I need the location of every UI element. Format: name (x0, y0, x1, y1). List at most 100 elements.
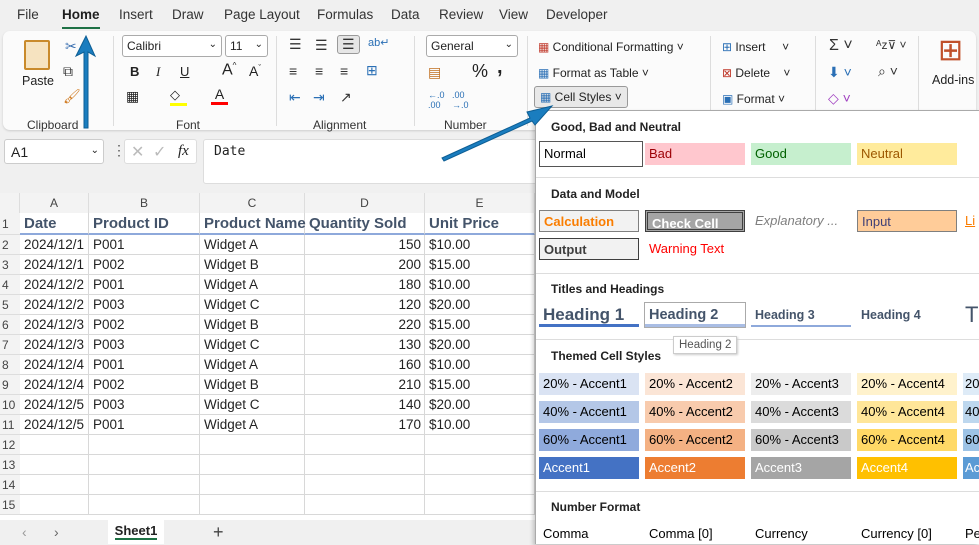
italic-button[interactable]: I (156, 64, 160, 80)
empty-cell[interactable] (200, 455, 305, 475)
style-themed[interactable]: 20% - Accent2 (645, 373, 745, 395)
style-themed[interactable]: 60 (963, 429, 979, 451)
header-cell[interactable]: Unit Price (425, 213, 535, 235)
table-cell[interactable]: 2024/12/2 (20, 295, 89, 315)
paste-button[interactable]: Paste (22, 74, 54, 88)
cut-icon[interactable]: ✂ (65, 38, 77, 55)
table-cell[interactable]: P001 (89, 415, 200, 435)
align-right-icon[interactable]: ≡ (340, 63, 348, 79)
column-header-E[interactable]: E (425, 193, 535, 213)
table-cell[interactable]: Widget A (200, 275, 305, 295)
style-good[interactable]: Good (751, 143, 851, 165)
empty-cell[interactable] (305, 475, 425, 495)
table-cell[interactable]: 2024/12/3 (20, 335, 89, 355)
formula-input[interactable]: Date (203, 139, 543, 184)
empty-cell[interactable] (200, 495, 305, 515)
row-header-3[interactable]: 3 (0, 255, 20, 275)
row-header-8[interactable]: 8 (0, 355, 20, 375)
enter-icon[interactable]: ✓ (153, 142, 166, 162)
decrease-indent-icon[interactable]: ⇤ (289, 89, 301, 106)
empty-cell[interactable] (305, 495, 425, 515)
empty-cell[interactable] (425, 455, 535, 475)
style-themed[interactable]: 60% - Accent2 (645, 429, 745, 451)
tab-file[interactable]: File (17, 7, 39, 22)
table-cell[interactable]: 2024/12/4 (20, 355, 89, 375)
empty-cell[interactable] (20, 475, 89, 495)
style-themed[interactable]: 40% - Accent4 (857, 401, 957, 423)
style-number-format[interactable]: Comma [0] (645, 523, 745, 545)
table-cell[interactable]: 160 (305, 355, 425, 375)
select-all-corner[interactable] (0, 193, 20, 213)
underline-button[interactable]: U (180, 64, 189, 79)
empty-cell[interactable] (425, 495, 535, 515)
merge-center-icon[interactable]: ⊞ (366, 62, 378, 79)
row-header-13[interactable]: 13 (0, 455, 20, 475)
style-themed[interactable]: 20% - Accent4 (857, 373, 957, 395)
wrap-text-icon[interactable]: ab↵ (368, 36, 389, 49)
increase-decimal-icon[interactable]: ←.0.00 (428, 90, 445, 110)
cancel-icon[interactable]: ✕ (131, 142, 144, 162)
table-cell[interactable]: P001 (89, 275, 200, 295)
style-calculation[interactable]: Calculation (539, 210, 639, 232)
table-cell[interactable]: $10.00 (425, 355, 535, 375)
row-header-9[interactable]: 9 (0, 375, 20, 395)
style-themed[interactable]: 20 (963, 373, 979, 395)
style-themed[interactable]: 40% - Accent2 (645, 401, 745, 423)
style-themed[interactable]: Accent2 (645, 457, 745, 479)
copy-icon[interactable]: ⧉ (63, 63, 73, 80)
tab-data[interactable]: Data (391, 7, 420, 22)
cell-styles-button[interactable]: ▦ Cell Styles ˅ (534, 86, 628, 108)
row-header-6[interactable]: 6 (0, 315, 20, 335)
accounting-format-icon[interactable]: ▤ (428, 64, 441, 81)
table-cell[interactable]: $15.00 (425, 375, 535, 395)
table-cell[interactable]: 2024/12/4 (20, 375, 89, 395)
table-cell[interactable]: 170 (305, 415, 425, 435)
table-cell[interactable]: 180 (305, 275, 425, 295)
paste-icon[interactable] (24, 40, 50, 70)
table-cell[interactable]: 2024/12/1 (20, 255, 89, 275)
style-themed[interactable]: Accent3 (751, 457, 851, 479)
format-cells-button[interactable]: ▣ Format ˅ (722, 92, 785, 106)
fill-icon[interactable]: ⬇ ˅ (828, 64, 852, 81)
fill-color-icon[interactable]: ◇ (170, 87, 187, 106)
table-cell[interactable]: Widget A (200, 415, 305, 435)
column-header-B[interactable]: B (89, 193, 200, 213)
decrease-font-icon[interactable]: Aˇ (249, 63, 261, 79)
empty-cell[interactable] (20, 435, 89, 455)
table-cell[interactable]: Widget B (200, 375, 305, 395)
font-size-select[interactable]: 11 ⌄ (225, 35, 268, 57)
style-themed[interactable]: Accent1 (539, 457, 639, 479)
table-cell[interactable]: 140 (305, 395, 425, 415)
empty-cell[interactable] (89, 435, 200, 455)
table-cell[interactable]: 150 (305, 235, 425, 255)
bold-button[interactable]: B (130, 64, 139, 79)
tab-developer[interactable]: Developer (546, 7, 608, 22)
table-cell[interactable]: Widget A (200, 235, 305, 255)
style-themed[interactable]: 20% - Accent1 (539, 373, 639, 395)
empty-cell[interactable] (89, 495, 200, 515)
format-as-table-button[interactable]: ▦ Format as Table ˅ (538, 66, 649, 80)
table-cell[interactable]: 200 (305, 255, 425, 275)
find-icon[interactable]: ⌕ ˅ (878, 63, 898, 80)
table-cell[interactable]: Widget B (200, 255, 305, 275)
style-themed[interactable]: Ac (963, 457, 979, 479)
header-cell[interactable]: Date (20, 213, 89, 235)
style-themed[interactable]: 40% - Accent3 (751, 401, 851, 423)
column-header-D[interactable]: D (305, 193, 425, 213)
style-heading-5[interactable]: T (963, 303, 979, 327)
style-heading-2[interactable]: Heading 2 (644, 302, 746, 328)
row-header-2[interactable]: 2 (0, 235, 20, 255)
table-cell[interactable]: P001 (89, 355, 200, 375)
scroll-left-icon[interactable]: ‹ (22, 524, 27, 540)
tab-formulas[interactable]: Formulas (317, 7, 373, 22)
align-center-icon[interactable]: ≡ (315, 63, 323, 79)
sheet-tab-sheet1[interactable]: Sheet1 (108, 520, 164, 544)
table-cell[interactable]: $10.00 (425, 275, 535, 295)
table-cell[interactable]: Widget C (200, 295, 305, 315)
style-heading-4[interactable]: Heading 4 (857, 303, 957, 327)
scroll-right-icon[interactable]: › (54, 524, 59, 540)
row-header-10[interactable]: 10 (0, 395, 20, 415)
tab-insert[interactable]: Insert (119, 7, 153, 22)
add-sheet-button[interactable]: + (213, 522, 224, 543)
row-header-12[interactable]: 12 (0, 435, 20, 455)
